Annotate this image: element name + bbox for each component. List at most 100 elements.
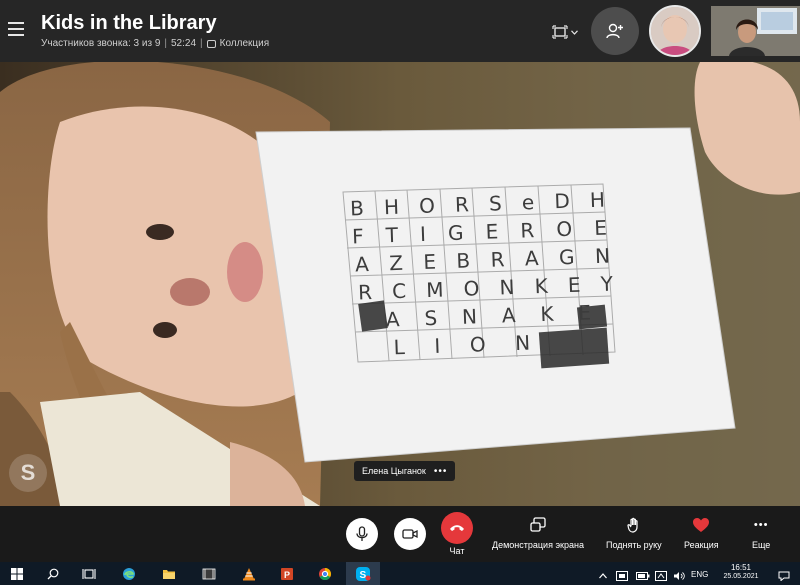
- task-view-button[interactable]: [80, 565, 98, 583]
- grid-letter: B: [455, 248, 471, 273]
- grid-letter: E: [567, 272, 581, 298]
- more-label: Еще: [752, 540, 771, 550]
- more-dots-icon: •••: [753, 519, 769, 531]
- notifications-icon[interactable]: [778, 568, 790, 582]
- windows-logo-icon: [11, 568, 23, 580]
- taskbar-edge[interactable]: [120, 565, 138, 583]
- grid-letter: B: [349, 195, 365, 221]
- grid-letter: N: [499, 274, 515, 300]
- raise-hand-icon: [627, 517, 638, 533]
- grid-letter: R: [519, 218, 535, 243]
- grid-letter: N: [594, 243, 611, 269]
- chrome-icon: [319, 568, 332, 581]
- system-clock[interactable]: 16:51 25.05.2021: [718, 563, 764, 580]
- grid-letter: M: [425, 277, 444, 303]
- start-button[interactable]: [8, 565, 26, 583]
- taskbar-media[interactable]: [200, 565, 218, 583]
- grid-letter: E: [422, 249, 437, 275]
- screen-share-label: Демонстрация экрана: [492, 540, 584, 550]
- grid-letter: E: [485, 219, 499, 244]
- grid-letter: O: [555, 216, 573, 242]
- speaker-name-tag[interactable]: Елена Цыганок •••: [354, 461, 456, 481]
- taskbar-file-explorer[interactable]: [160, 565, 178, 583]
- skype-icon: S: [356, 566, 371, 581]
- chat-label[interactable]: Чат: [450, 546, 465, 556]
- grid-letter: H: [383, 194, 400, 220]
- taskbar-powerpoint[interactable]: P: [278, 565, 296, 583]
- raise-hand-button[interactable]: Поднять руку: [606, 512, 662, 550]
- taskbar-chrome[interactable]: [316, 565, 334, 583]
- grid-letter: N: [514, 330, 531, 356]
- collection-link[interactable]: Коллекция: [220, 38, 270, 49]
- microphone-button[interactable]: [346, 518, 378, 550]
- more-options-icon[interactable]: •••: [434, 466, 448, 477]
- clock-date: 25.05.2021: [723, 573, 759, 580]
- grid-letter: K: [539, 301, 554, 327]
- grid-letter: [364, 336, 365, 360]
- grid-letter: Z: [388, 250, 404, 276]
- participant-avatar[interactable]: [649, 5, 701, 57]
- search-button[interactable]: [44, 565, 62, 583]
- end-call-button[interactable]: Чат: [441, 512, 473, 556]
- tray-chevron-up-icon[interactable]: [598, 568, 608, 579]
- grid-letter: K: [534, 273, 549, 299]
- participant-video: [711, 6, 800, 56]
- camera-button[interactable]: [394, 518, 426, 550]
- call-header: Kids in the Library Участников звонка: 3…: [0, 0, 800, 62]
- grid-letter: E: [593, 215, 608, 240]
- more-button[interactable]: ••• Еще: [752, 512, 770, 550]
- call-duration: 52:24: [171, 38, 197, 49]
- folder-icon: [163, 570, 175, 579]
- call-meta: Участников звонка: 3 из 9 | 52:24 | Колл…: [41, 38, 270, 49]
- clock-time: 16:51: [730, 563, 752, 572]
- taskbar-skype-active[interactable]: S: [346, 562, 380, 585]
- grid-letter: O: [418, 193, 436, 219]
- edge-browser-icon: [123, 568, 135, 580]
- chevron-down-icon: [571, 29, 578, 35]
- grid-letter: Y: [600, 271, 614, 296]
- speaker-name: Елена Цыганок: [362, 466, 426, 476]
- grid-letter: O: [463, 276, 480, 301]
- task-view-icon: [82, 569, 96, 579]
- battery-icon[interactable]: [636, 568, 650, 580]
- participant-photo: [651, 7, 699, 55]
- grid-letter: e: [521, 190, 535, 215]
- participant-count: Участников звонка: 3 из 9: [41, 38, 161, 49]
- add-participant-button[interactable]: [591, 7, 639, 55]
- network-icon[interactable]: [655, 568, 667, 581]
- grid-letter: E: [577, 300, 592, 325]
- grid-letter: F: [351, 224, 365, 249]
- taskbar-vlc[interactable]: [240, 565, 258, 583]
- input-language[interactable]: ENG: [691, 570, 708, 579]
- grid-letter: A: [501, 303, 516, 328]
- grid-letter: N: [461, 304, 478, 329]
- vlc-cone-icon: [243, 568, 255, 581]
- grid-letter: [361, 308, 362, 332]
- layout-switch-button[interactable]: [552, 22, 582, 42]
- grid-letter: R: [490, 247, 505, 272]
- microphone-icon: [356, 526, 368, 541]
- hang-up-icon: [450, 525, 464, 531]
- grid-letter: R: [357, 279, 373, 305]
- grid-letter: I: [433, 333, 441, 358]
- heart-icon: [693, 518, 710, 532]
- grid-letter: [615, 300, 616, 324]
- volume-icon[interactable]: [673, 568, 685, 580]
- end-call-circle[interactable]: [441, 512, 473, 544]
- powerpoint-icon: P: [281, 568, 293, 580]
- reaction-button[interactable]: Реакция: [684, 512, 719, 550]
- grid-letter: C: [391, 278, 407, 304]
- grid-letter: [559, 330, 560, 354]
- call-controls: Чат Демонстрация экрана Поднять руку Реа…: [0, 506, 800, 562]
- hamburger-icon[interactable]: [8, 22, 24, 36]
- add-person-icon: [606, 23, 623, 39]
- grid-letter: S: [424, 305, 438, 331]
- grid-letter: T: [385, 222, 399, 248]
- tray-app-icon[interactable]: [616, 568, 628, 581]
- screen-share-button[interactable]: Демонстрация экрана: [492, 512, 584, 550]
- participant-video-tile[interactable]: [711, 6, 800, 56]
- grid-letter: D: [553, 188, 571, 214]
- grid-letter: A: [524, 246, 540, 271]
- collection-icon: [206, 39, 216, 48]
- call-title[interactable]: Kids in the Library: [41, 12, 217, 35]
